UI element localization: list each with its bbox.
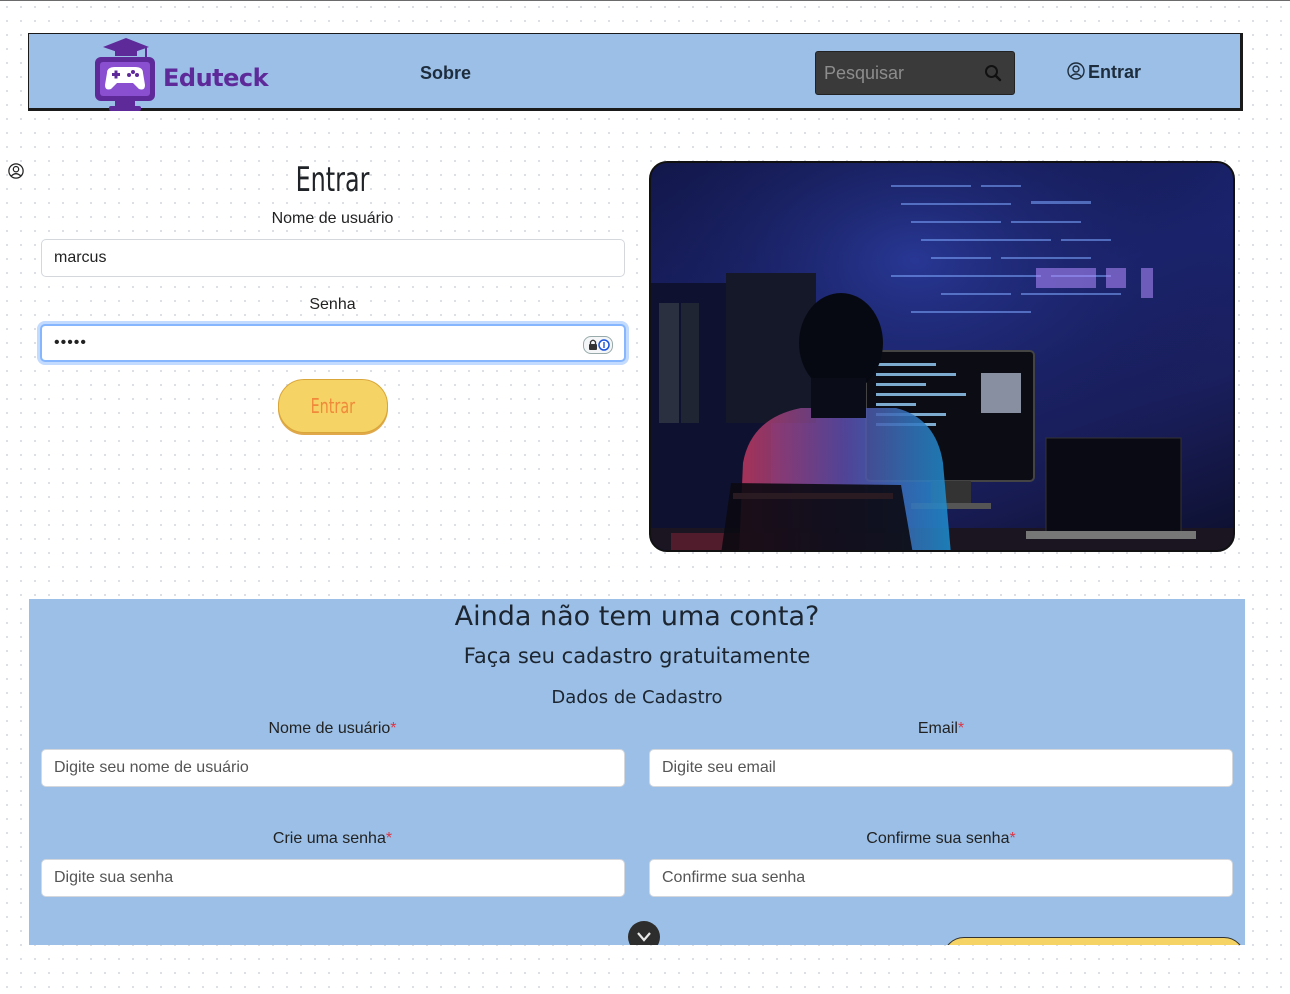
signup-section-title: Dados de Cadastro <box>551 687 723 708</box>
password-label: Senha <box>309 296 356 313</box>
password-manager-badge[interactable] <box>583 336 613 354</box>
username-label: Nome de usuário <box>271 210 394 227</box>
search-input[interactable] <box>816 52 984 94</box>
brand-name: Eduteck <box>163 64 269 92</box>
login-submit-button[interactable]: Entrar <box>278 379 388 433</box>
required-mark: * <box>390 720 397 737</box>
signup-heading: Ainda não tem uma conta? <box>454 601 820 632</box>
lock-icon <box>589 339 610 351</box>
required-mark: * <box>385 830 393 847</box>
login-submit-label: Entrar <box>310 394 356 418</box>
signup-email-label: Email* <box>917 720 965 737</box>
required-mark: * <box>957 720 965 737</box>
developer-illustration <box>651 163 1233 550</box>
required-mark: * <box>1009 830 1016 847</box>
signup-password-field[interactable] <box>41 859 625 897</box>
brand-logo[interactable]: Eduteck <box>93 34 269 112</box>
gamepad-logo-icon <box>95 38 155 111</box>
nav-login-link[interactable]: Entrar <box>1067 62 1141 83</box>
signup-confirm-label: Confirme sua senha* <box>866 830 1016 847</box>
signup-submit-button[interactable] <box>943 937 1245 945</box>
user-circle-icon <box>1067 62 1085 80</box>
hero-image <box>649 161 1235 552</box>
signup-username-label: Nome de usuário* <box>268 720 397 737</box>
top-border <box>0 0 1290 1</box>
username-field[interactable] <box>41 239 625 277</box>
chevron-down-icon <box>637 932 651 942</box>
nav-login-label: Entrar <box>1088 62 1142 82</box>
signup-password-label: Crie uma senha* <box>272 830 393 847</box>
user-circle-icon <box>8 163 24 179</box>
signup-username-field[interactable] <box>41 749 625 787</box>
search-box <box>815 51 1015 95</box>
login-title: Entrar <box>295 160 370 200</box>
scroll-down-button[interactable] <box>628 921 660 945</box>
navbar: Eduteck Sobre Entrar <box>28 33 1243 111</box>
signup-section: Ainda não tem uma conta? Faça seu cadast… <box>29 599 1245 945</box>
search-icon[interactable] <box>984 64 1002 82</box>
signup-confirm-field[interactable] <box>649 859 1233 897</box>
signup-email-field[interactable] <box>649 749 1233 787</box>
nav-link-sobre[interactable]: Sobre <box>420 63 471 84</box>
password-field[interactable]: ••••• <box>40 324 626 362</box>
signup-subheading: Faça seu cadastro gratuitamente <box>463 644 811 668</box>
